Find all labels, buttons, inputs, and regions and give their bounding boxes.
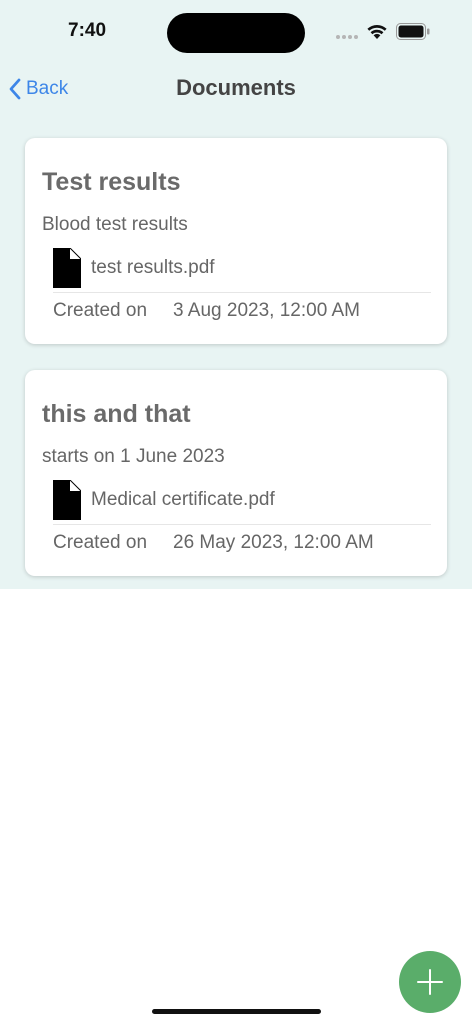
created-label: Created on [53, 300, 148, 321]
document-description: Blood test results [42, 214, 188, 235]
attachment-row[interactable]: test results.pdf [53, 246, 431, 290]
document-title: this and that [42, 400, 191, 428]
document-title: Test results [42, 168, 181, 196]
status-time: 7:40 [68, 20, 107, 41]
document-card[interactable]: this and that starts on 1 June 2023 Medi… [25, 370, 447, 576]
divider [53, 524, 431, 525]
created-value: 3 Aug 2023, 12:00 AM [173, 300, 360, 321]
add-document-button[interactable] [399, 951, 461, 1013]
created-value: 26 May 2023, 12:00 AM [173, 532, 374, 553]
battery-icon [396, 23, 430, 40]
attachment-row[interactable]: Medical certificate.pdf [53, 478, 431, 522]
document-icon [53, 480, 81, 520]
plus-icon [417, 969, 443, 995]
document-description: starts on 1 June 2023 [42, 446, 225, 467]
divider [53, 292, 431, 293]
attachment-name: Medical certificate.pdf [91, 489, 275, 510]
document-icon [53, 248, 81, 288]
created-row: Created on 3 Aug 2023, 12:00 AM [53, 300, 360, 322]
document-card[interactable]: Test results Blood test results test res… [25, 138, 447, 344]
created-row: Created on 26 May 2023, 12:00 AM [53, 532, 374, 554]
wifi-icon [367, 24, 387, 39]
dynamic-island [167, 13, 305, 53]
attachment-name: test results.pdf [91, 257, 215, 278]
home-indicator [152, 1009, 321, 1014]
cellular-signal-icon [336, 35, 358, 39]
page-title: Documents [176, 75, 296, 100]
created-label: Created on [53, 532, 148, 553]
